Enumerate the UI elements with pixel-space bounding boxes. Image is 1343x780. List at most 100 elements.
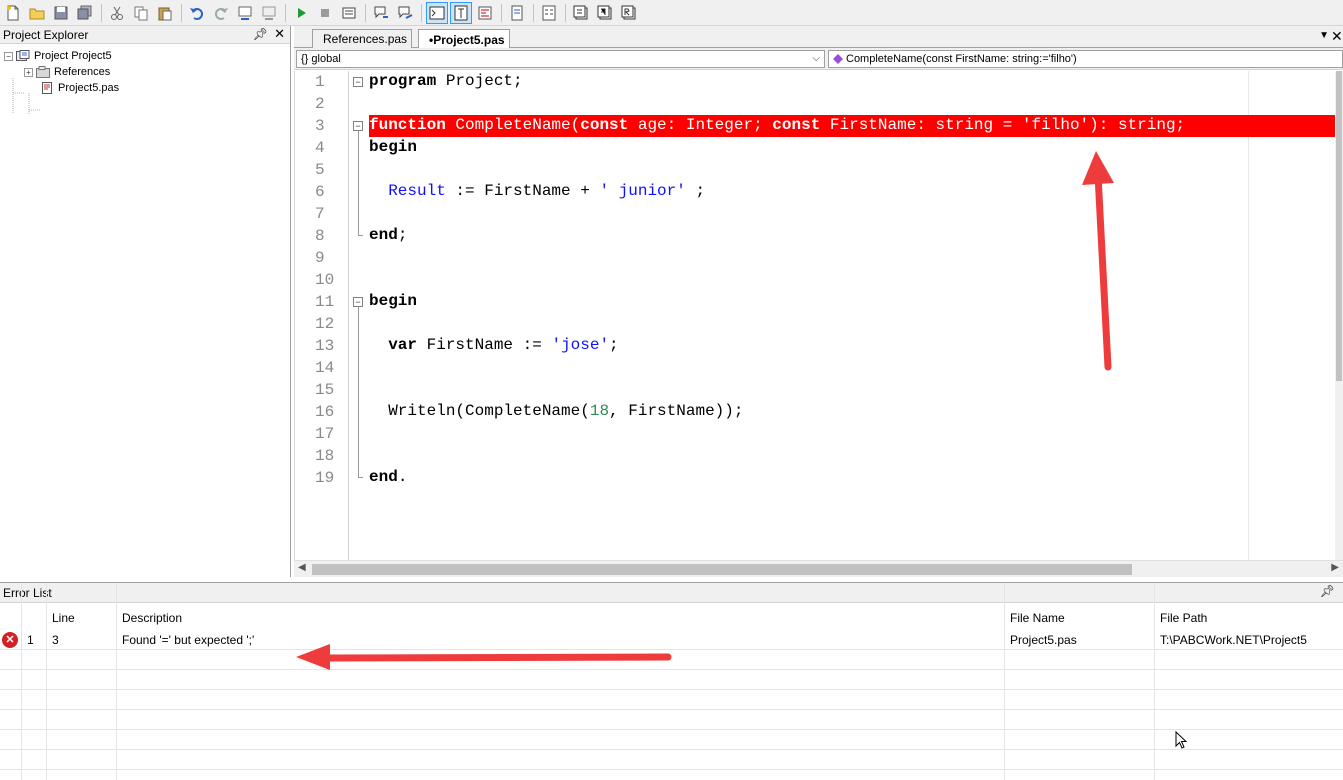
line-number: 5	[315, 161, 325, 179]
table-row	[0, 670, 1343, 690]
paste-icon[interactable]	[154, 2, 176, 24]
code-token: Writeln(CompleteName(	[369, 402, 590, 420]
code-line[interactable]: 4 begin	[295, 137, 1340, 159]
code-line[interactable]: 19 end.	[295, 467, 1340, 489]
save-icon[interactable]	[50, 2, 72, 24]
format-icon[interactable]	[474, 2, 496, 24]
save-all-icon[interactable]	[74, 2, 96, 24]
table-row	[0, 750, 1343, 770]
chevron-down-icon[interactable]: ⌵	[812, 53, 820, 64]
code-token: const	[772, 116, 821, 134]
table-row[interactable]: ✕ 1 3 Found '=' but expected ';' Project…	[0, 630, 1343, 650]
code-token: const	[580, 116, 629, 134]
code-token: .	[397, 468, 408, 486]
tab-project5-pas[interactable]: •Project5.pas	[418, 29, 510, 49]
column-header-line[interactable]: Line	[52, 611, 75, 625]
pin-icon[interactable]: 📌︎	[253, 27, 268, 41]
breakpoints-icon[interactable]	[338, 2, 360, 24]
code-line[interactable]: 3 function CompleteName(const age: Intege…	[295, 115, 1340, 137]
error-list-title: Error List	[3, 585, 52, 600]
line-number: 6	[315, 183, 325, 201]
fold-collapse-icon[interactable]: −	[353, 77, 363, 87]
code-line[interactable]: 18	[295, 445, 1340, 467]
code-line[interactable]: 15	[295, 379, 1340, 401]
show-output-icon[interactable]	[426, 1, 448, 24]
code-token: ;	[685, 182, 706, 200]
code-line[interactable]: 7	[295, 203, 1340, 225]
run-debug-icon[interactable]	[594, 2, 616, 24]
redo-icon[interactable]	[210, 2, 232, 24]
line-number: 16	[315, 403, 335, 421]
comment-icon[interactable]	[370, 2, 392, 24]
step-back-icon[interactable]	[234, 2, 256, 24]
code-editor[interactable]: 1 program Project; − 2 3 function CompleteNam…	[294, 71, 1343, 560]
code-text: end.	[369, 468, 407, 486]
code-token: program	[369, 72, 437, 90]
code-text: end;	[369, 226, 407, 244]
code-line[interactable]: 9	[295, 247, 1340, 269]
scroll-thumb[interactable]	[312, 564, 1132, 575]
code-line[interactable]: 12	[295, 313, 1340, 335]
code-line[interactable]: 14	[295, 357, 1340, 379]
code-token: age: Integer;	[628, 116, 773, 134]
scroll-thumb[interactable]	[1336, 71, 1342, 381]
step-forward-icon[interactable]	[258, 2, 280, 24]
column-header-file-name[interactable]: File Name	[1010, 611, 1065, 625]
fold-collapse-icon[interactable]: −	[353, 121, 363, 131]
row-file-path: T:\PABCWork.NET\Project5	[1160, 633, 1307, 647]
error-highlight: function CompleteName(const age: Integer…	[369, 115, 1340, 137]
structure-icon[interactable]	[538, 2, 560, 24]
uncomment-icon[interactable]	[394, 2, 416, 24]
line-number: 15	[315, 381, 335, 399]
toolbar-separator	[421, 3, 422, 22]
collapse-icon[interactable]: −	[4, 51, 13, 61]
code-line[interactable]: 11 begin	[295, 291, 1340, 313]
tree-root-project[interactable]: − Project Project5	[0, 48, 290, 64]
code-line[interactable]: 8 end;	[295, 225, 1340, 247]
code-line[interactable]: 1 program Project;	[295, 71, 1340, 93]
bookmark-icon[interactable]	[506, 2, 528, 24]
line-number: 1	[315, 73, 325, 91]
code-line[interactable]: 10	[295, 269, 1340, 291]
close-icon[interactable]: ✕	[274, 26, 285, 42]
run-icon[interactable]	[290, 2, 312, 24]
open-file-icon[interactable]	[26, 2, 48, 24]
scroll-left-icon[interactable]: ◀	[298, 562, 306, 573]
editor-area: References.pas •Project5.pas ▼ ✕ {} glob…	[294, 26, 1343, 577]
member-combo[interactable]: CompleteName(const FirstName: string:='f…	[828, 50, 1343, 68]
code-line[interactable]: 2	[295, 93, 1340, 115]
line-number: 7	[315, 205, 325, 223]
copy-icon[interactable]	[130, 2, 152, 24]
new-file-icon[interactable]	[2, 2, 24, 24]
code-line[interactable]: 13 var FirstName := 'jose';	[295, 335, 1340, 357]
line-number: 13	[315, 337, 335, 355]
code-token: ;	[397, 226, 408, 244]
run-script-icon[interactable]	[570, 2, 592, 24]
toolbar	[0, 0, 1343, 26]
code-token: Project;	[436, 72, 523, 90]
horizontal-scrollbar[interactable]: ◀ ▶	[294, 560, 1343, 577]
undo-icon[interactable]	[186, 2, 208, 24]
tab-references-pas[interactable]: References.pas	[312, 29, 412, 48]
column-header-file-path[interactable]: File Path	[1160, 611, 1207, 625]
code-line[interactable]: 5	[295, 159, 1340, 181]
pin-icon[interactable]: 📌︎	[1320, 584, 1335, 598]
column-header-description[interactable]: Description	[122, 611, 182, 625]
vertical-scrollbar[interactable]	[1335, 71, 1343, 560]
cut-icon[interactable]	[106, 2, 128, 24]
code-line[interactable]: 16 Writeln(CompleteName(18, FirstName));	[295, 401, 1340, 423]
stop-icon[interactable]	[314, 2, 336, 24]
code-line[interactable]: 6 Result := FirstName + ' junior' ;	[295, 181, 1340, 203]
fold-collapse-icon[interactable]: −	[353, 297, 363, 307]
text-mode-icon[interactable]	[450, 1, 472, 24]
code-line[interactable]: 17	[295, 423, 1340, 445]
toolbar-separator	[365, 3, 366, 22]
close-document-icon[interactable]: ✕	[1331, 28, 1343, 45]
scroll-right-icon[interactable]: ▶	[1331, 562, 1339, 573]
tab-list-dropdown-icon[interactable]: ▼	[1319, 30, 1329, 41]
table-row	[0, 650, 1343, 670]
run-release-icon[interactable]	[618, 2, 640, 24]
scope-combo[interactable]: {} global ⌵	[296, 50, 825, 68]
toolbar-separator	[285, 3, 286, 22]
line-number: 11	[315, 293, 335, 311]
